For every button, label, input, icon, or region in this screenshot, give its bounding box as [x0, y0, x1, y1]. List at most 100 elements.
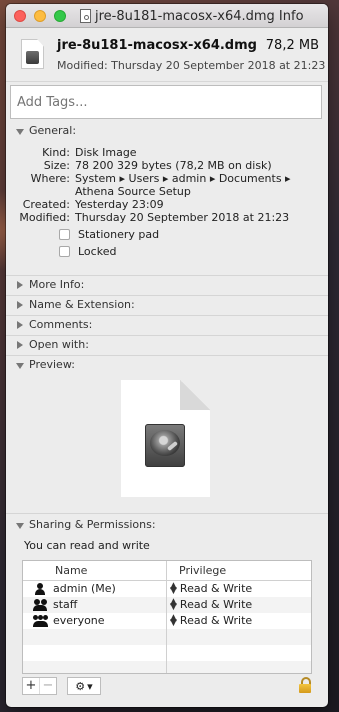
- disclosure-closed-icon: [17, 320, 23, 329]
- preview-section-label: Preview:: [29, 358, 75, 371]
- remove-user-button[interactable]: −: [39, 678, 56, 694]
- user-icon: [33, 583, 47, 595]
- popup-arrows-icon[interactable]: ▲ ▼: [170, 581, 177, 595]
- disclosure-closed-icon: [17, 300, 23, 309]
- window-title: jre-8u181-macosx-x64.dmg Info: [95, 8, 304, 24]
- modified-value: Thursday 20 September 2018 at 21:23: [75, 211, 290, 224]
- more-info-section-label: More Info:: [29, 278, 85, 291]
- minimize-button[interactable]: [34, 10, 46, 22]
- privilege-value[interactable]: Read & Write: [180, 597, 252, 613]
- open-with-section: Open with:: [6, 335, 328, 354]
- general-section: General:: [6, 121, 328, 140]
- info-window: jre-8u181-macosx-x64.dmg Info jre-8u181-…: [6, 4, 328, 707]
- more-info-section: More Info:: [6, 275, 328, 294]
- tags-input[interactable]: [10, 85, 322, 119]
- open-with-section-label: Open with:: [29, 338, 89, 351]
- table-row[interactable]: staff ▲ ▼ Read & Write: [23, 597, 311, 613]
- chevron-down-icon: ▾: [87, 679, 93, 693]
- hard-drive-icon: [145, 424, 185, 467]
- user-name: everyone: [53, 614, 105, 627]
- modified-row: Modified: Thursday 20 September 2018 at …: [6, 211, 328, 224]
- sharing-section-label: Sharing & Permissions:: [29, 518, 156, 531]
- where-path-continued: Athena Source Setup: [75, 185, 191, 198]
- group-icon: [33, 599, 47, 611]
- popup-arrows-icon[interactable]: ▲ ▼: [170, 613, 177, 627]
- divider: [6, 513, 328, 514]
- file-modified-date: Modified: Thursday 20 September 2018 at …: [57, 59, 326, 72]
- created-row: Created: Yesterday 23:09: [6, 198, 328, 211]
- modified-label: Modified:: [19, 211, 70, 224]
- sharing-section-header[interactable]: Sharing & Permissions:: [6, 515, 328, 534]
- permissions-table: Name Privilege admin (Me) ▲ ▼ Read & Writ…: [22, 560, 312, 674]
- action-menu-button[interactable]: ⚙ ▾: [67, 677, 101, 695]
- created-value: Yesterday 23:09: [75, 198, 164, 211]
- popup-arrows-icon[interactable]: ▲ ▼: [170, 597, 177, 611]
- disclosure-closed-icon: [17, 340, 23, 349]
- title-bar: jre-8u181-macosx-x64.dmg Info: [6, 4, 328, 28]
- kind-value: Disk Image: [75, 146, 137, 159]
- privilege-column-header[interactable]: Privilege: [167, 561, 226, 580]
- where-path: System ▸ Users ▸ admin ▸ Documents ▸: [75, 172, 291, 185]
- general-details: Kind: Disk Image Size: 78 200 329 bytes …: [6, 146, 328, 260]
- user-name: staff: [53, 598, 78, 611]
- preview-section-header[interactable]: Preview:: [6, 355, 328, 374]
- size-value: 78 200 329 bytes (78,2 MB on disk): [75, 159, 272, 172]
- everyone-icon: [33, 615, 48, 627]
- file-name: jre-8u181-macosx-x64.dmg: [57, 38, 257, 53]
- stationery-pad-row[interactable]: Stationery pad: [6, 226, 328, 243]
- size-row: Size: 78 200 329 bytes (78,2 MB on disk): [6, 159, 328, 172]
- table-row[interactable]: admin (Me) ▲ ▼ Read & Write: [23, 581, 311, 597]
- permissions-toolbar: + − ⚙ ▾: [22, 677, 312, 695]
- privilege-value[interactable]: Read & Write: [180, 581, 252, 597]
- add-remove-control: + −: [22, 677, 57, 695]
- disclosure-open-icon: [16, 128, 24, 135]
- general-section-header[interactable]: General:: [6, 121, 328, 140]
- general-section-label: General:: [29, 124, 77, 137]
- close-button[interactable]: [14, 10, 26, 22]
- privilege-value[interactable]: Read & Write: [180, 613, 252, 629]
- sharing-section: Sharing & Permissions:: [6, 515, 328, 534]
- kind-row: Kind: Disk Image: [6, 146, 328, 159]
- where-row-continued: Athena Source Setup: [6, 185, 328, 198]
- created-label: Created:: [22, 198, 70, 211]
- comments-section-header[interactable]: Comments:: [6, 315, 328, 334]
- add-user-button[interactable]: +: [23, 678, 39, 694]
- locked-checkbox[interactable]: [59, 246, 70, 257]
- locked-label: Locked: [78, 245, 117, 258]
- kind-label: Kind:: [42, 146, 70, 159]
- window-title-group: jre-8u181-macosx-x64.dmg Info: [80, 8, 304, 24]
- gear-icon: ⚙: [75, 679, 86, 693]
- table-row[interactable]: everyone ▲ ▼ Read & Write: [23, 613, 311, 629]
- permissions-table-header: Name Privilege: [23, 561, 311, 581]
- access-summary: You can read and write: [24, 539, 150, 552]
- size-label: Size:: [43, 159, 70, 172]
- where-label: Where:: [30, 172, 70, 185]
- stationery-pad-checkbox[interactable]: [59, 229, 70, 240]
- open-with-section-header[interactable]: Open with:: [6, 335, 328, 354]
- disk-image-file-icon: [21, 39, 44, 69]
- name-extension-section: Name & Extension:: [6, 295, 328, 314]
- file-header: jre-8u181-macosx-x64.dmg 78,2 MB Modifie…: [6, 28, 328, 82]
- zoom-button[interactable]: [54, 10, 66, 22]
- file-size: 78,2 MB: [265, 38, 319, 53]
- locked-row[interactable]: Locked: [6, 243, 328, 260]
- disclosure-open-icon: [16, 362, 24, 369]
- empty-table-row: [23, 645, 311, 661]
- where-row: Where: System ▸ Users ▸ admin ▸ Document…: [6, 172, 328, 185]
- comments-section-label: Comments:: [29, 318, 93, 331]
- preview-section: Preview:: [6, 355, 328, 374]
- user-name: admin (Me): [53, 582, 116, 595]
- name-extension-section-header[interactable]: Name & Extension:: [6, 295, 328, 314]
- disclosure-open-icon: [16, 522, 24, 529]
- permissions-table-body: admin (Me) ▲ ▼ Read & Write staff ▲ ▼ Read…: [23, 581, 311, 673]
- lock-icon[interactable]: [298, 677, 312, 694]
- comments-section: Comments:: [6, 315, 328, 334]
- page-curl-icon: [180, 380, 210, 410]
- empty-table-row: [23, 629, 311, 645]
- stationery-pad-label: Stationery pad: [78, 228, 160, 241]
- disclosure-closed-icon: [17, 280, 23, 289]
- more-info-section-header[interactable]: More Info:: [6, 275, 328, 294]
- empty-table-row: [23, 661, 311, 673]
- name-column-header[interactable]: Name: [23, 561, 167, 580]
- name-extension-section-label: Name & Extension:: [29, 298, 135, 311]
